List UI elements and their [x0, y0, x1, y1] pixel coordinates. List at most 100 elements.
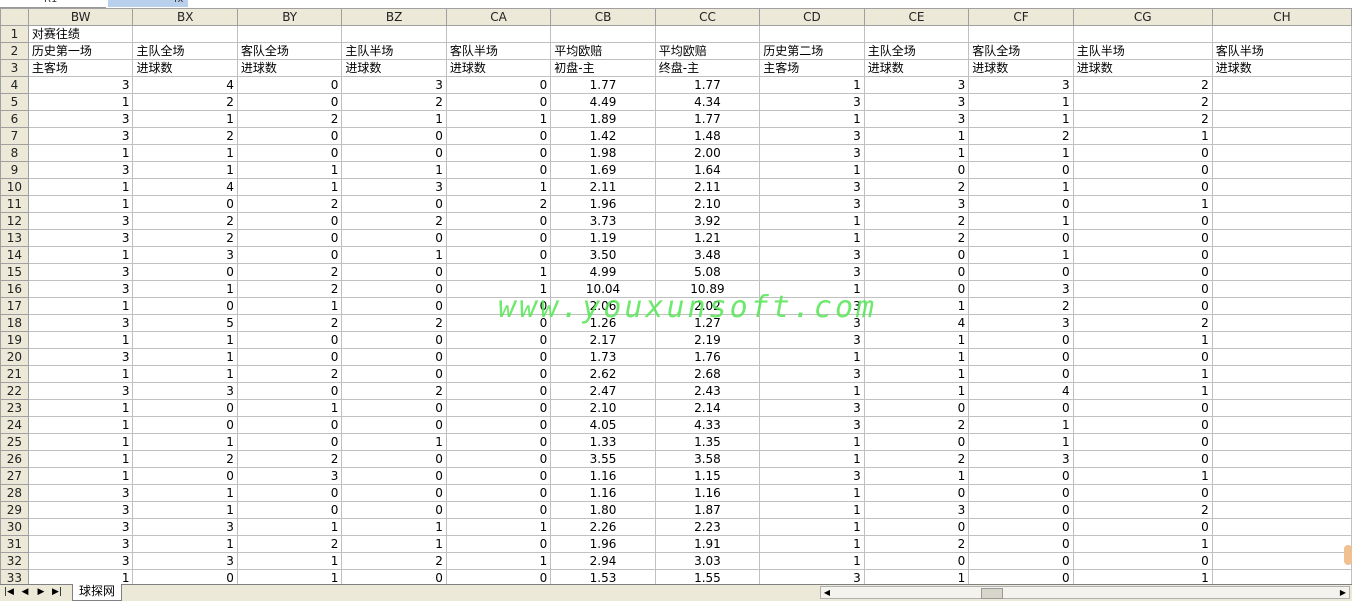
- column-header[interactable]: CG: [1072, 8, 1213, 26]
- column-header[interactable]: BX: [132, 8, 238, 26]
- cell[interactable]: 0: [341, 144, 447, 162]
- cell[interactable]: 1: [863, 382, 970, 400]
- select-all-corner[interactable]: [0, 8, 29, 26]
- cell[interactable]: 1: [759, 552, 865, 570]
- cell[interactable]: 5.08: [654, 263, 761, 281]
- row-header[interactable]: 21: [0, 365, 29, 383]
- cell[interactable]: 1: [968, 433, 1074, 451]
- cell[interactable]: 0: [445, 93, 552, 111]
- last-sheet-icon[interactable]: ▶|: [50, 586, 64, 599]
- cell[interactable]: 2: [236, 450, 343, 468]
- cell[interactable]: 1: [863, 348, 970, 366]
- cell[interactable]: 0: [236, 416, 343, 434]
- cell[interactable]: 0: [968, 229, 1074, 247]
- cell[interactable]: 1.80: [550, 501, 656, 519]
- cell[interactable]: [1211, 195, 1352, 213]
- cell[interactable]: 2.19: [654, 331, 761, 349]
- cell[interactable]: 1: [863, 127, 970, 145]
- cell[interactable]: 1: [132, 331, 238, 349]
- cell[interactable]: 0: [1072, 161, 1213, 179]
- cell[interactable]: [1211, 161, 1352, 179]
- cell[interactable]: 1: [1072, 365, 1213, 383]
- cell[interactable]: [1211, 314, 1352, 332]
- cell[interactable]: 0: [968, 399, 1074, 417]
- row-header[interactable]: 31: [0, 535, 29, 553]
- cell[interactable]: 1: [1072, 127, 1213, 145]
- cell[interactable]: [1211, 25, 1352, 43]
- cell[interactable]: 0: [968, 365, 1074, 383]
- cell[interactable]: 0: [968, 552, 1074, 570]
- cell[interactable]: 2.47: [550, 382, 656, 400]
- column-header[interactable]: BW: [27, 8, 134, 26]
- row-header[interactable]: 2: [0, 42, 29, 60]
- cell[interactable]: [968, 25, 1074, 43]
- cell[interactable]: 1: [27, 93, 134, 111]
- cell[interactable]: 3: [863, 76, 970, 94]
- cell[interactable]: 0: [341, 501, 447, 519]
- next-sheet-icon[interactable]: ▶: [34, 586, 48, 599]
- cell[interactable]: 1.77: [654, 76, 761, 94]
- cell[interactable]: [863, 25, 970, 43]
- cell[interactable]: 1: [27, 399, 134, 417]
- cell[interactable]: 1: [759, 433, 865, 451]
- cell[interactable]: 0: [341, 399, 447, 417]
- cell[interactable]: [1211, 348, 1352, 366]
- cell[interactable]: 2: [968, 127, 1074, 145]
- cell[interactable]: [1211, 365, 1352, 383]
- cell[interactable]: 0: [1072, 433, 1213, 451]
- cell[interactable]: 2: [132, 212, 238, 230]
- cell[interactable]: 0: [445, 467, 552, 485]
- cell[interactable]: 3.50: [550, 246, 656, 264]
- cell[interactable]: [1211, 467, 1352, 485]
- cell[interactable]: 1: [759, 450, 865, 468]
- cell[interactable]: 1.35: [654, 433, 761, 451]
- cell[interactable]: 0: [341, 467, 447, 485]
- cell[interactable]: 3: [759, 365, 865, 383]
- cell[interactable]: 2.62: [550, 365, 656, 383]
- cell[interactable]: 1.15: [654, 467, 761, 485]
- cell[interactable]: 3: [27, 535, 134, 553]
- cell[interactable]: 0: [236, 76, 343, 94]
- cell[interactable]: 1: [132, 280, 238, 298]
- cell[interactable]: 0: [445, 348, 552, 366]
- cell[interactable]: 2: [863, 212, 970, 230]
- cell[interactable]: 0: [236, 348, 343, 366]
- cell[interactable]: 2: [236, 365, 343, 383]
- cell[interactable]: 0: [236, 212, 343, 230]
- cell[interactable]: 0: [132, 297, 238, 315]
- cell[interactable]: 2: [132, 229, 238, 247]
- cell[interactable]: [1211, 416, 1352, 434]
- cell[interactable]: 2: [341, 93, 447, 111]
- cell[interactable]: 3: [27, 110, 134, 128]
- cell[interactable]: [1211, 144, 1352, 162]
- cell[interactable]: 2: [445, 195, 552, 213]
- row-header[interactable]: 12: [0, 212, 29, 230]
- cell[interactable]: 0: [236, 246, 343, 264]
- cell[interactable]: 0: [236, 127, 343, 145]
- cell[interactable]: 初盘-主: [550, 59, 656, 77]
- cell[interactable]: 4: [132, 76, 238, 94]
- cell[interactable]: 0: [1072, 246, 1213, 264]
- cell[interactable]: 2: [863, 416, 970, 434]
- row-header[interactable]: 6: [0, 110, 29, 128]
- cell[interactable]: 进球数: [236, 59, 343, 77]
- cell[interactable]: 2.68: [654, 365, 761, 383]
- cell[interactable]: 1: [759, 161, 865, 179]
- cell[interactable]: 3: [27, 229, 134, 247]
- cell[interactable]: 1: [132, 501, 238, 519]
- row-header[interactable]: 28: [0, 484, 29, 502]
- cell[interactable]: 4.49: [550, 93, 656, 111]
- row-header[interactable]: 14: [0, 246, 29, 264]
- cell[interactable]: 2: [863, 178, 970, 196]
- cell[interactable]: 4: [132, 178, 238, 196]
- column-header[interactable]: CD: [759, 8, 865, 26]
- cell[interactable]: 2.14: [654, 399, 761, 417]
- cell[interactable]: 4.05: [550, 416, 656, 434]
- cell[interactable]: 0: [236, 484, 343, 502]
- cell[interactable]: 主队半场: [341, 42, 447, 60]
- cell[interactable]: [1211, 297, 1352, 315]
- cell[interactable]: 1.73: [550, 348, 656, 366]
- cell[interactable]: 0: [968, 535, 1074, 553]
- cell[interactable]: 1: [132, 365, 238, 383]
- cell[interactable]: 1: [968, 212, 1074, 230]
